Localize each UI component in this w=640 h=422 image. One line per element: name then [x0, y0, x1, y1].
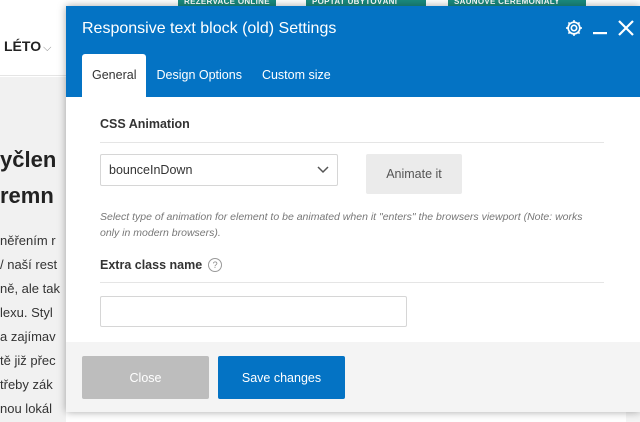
extra-class-label: Extra class name ?: [100, 258, 223, 272]
section-divider: [100, 282, 604, 283]
section-divider: [100, 142, 604, 143]
content-text-line: něřením r: [0, 233, 56, 248]
content-text-line: nou lokál: [0, 401, 53, 416]
close-icon[interactable]: [614, 16, 638, 40]
settings-tabs: General Design Options Custom size: [82, 54, 341, 97]
tab-general[interactable]: General: [82, 54, 147, 97]
gear-icon[interactable]: [562, 16, 586, 40]
modal-header: Responsive text block (old) Settings Gen…: [66, 6, 640, 97]
select-value: bounceInDown: [109, 163, 193, 177]
content-text-line: lexu. Styl: [0, 305, 53, 320]
settings-modal: Responsive text block (old) Settings Gen…: [66, 6, 640, 412]
content-text-line: / naší rest: [0, 257, 58, 272]
tab-custom-size[interactable]: Custom size: [252, 54, 341, 97]
modal-body[interactable]: CSS Animation bounceInDown Animate it Se…: [66, 97, 640, 342]
nav-item-summer[interactable]: LÉTO ⌵: [4, 38, 51, 55]
animate-it-button[interactable]: Animate it: [366, 154, 462, 194]
help-icon[interactable]: ?: [208, 258, 223, 272]
chevron-down-icon: [317, 163, 329, 177]
tab-design-options[interactable]: Design Options: [146, 54, 251, 97]
modal-title: Responsive text block (old) Settings: [82, 20, 337, 37]
content-heading-line: yčlen: [0, 147, 57, 172]
content-text-line: tě již přec: [0, 353, 56, 368]
extra-class-label-text: Extra class name: [100, 258, 203, 272]
header-controls: [562, 16, 640, 40]
css-animation-select[interactable]: bounceInDown: [100, 154, 338, 186]
chevron-down-icon: ⌵: [43, 42, 52, 54]
content-text-line: ně, ale tak: [0, 281, 60, 296]
page-content: yčlen remn něřením r / naší rest ně, ale…: [0, 77, 66, 422]
css-animation-label: CSS Animation: [100, 117, 190, 131]
content-text-line: třeby zák: [0, 377, 53, 392]
minimize-icon[interactable]: [588, 16, 612, 40]
nav-item-label: LÉTO: [4, 38, 42, 54]
content-text-line: a zajímav: [0, 329, 56, 344]
content-heading-line: remn: [0, 183, 54, 208]
animation-help-text: Select type of animation for element to …: [100, 211, 583, 239]
modal-footer: Close Save changes: [66, 342, 640, 412]
extra-class-input[interactable]: [100, 296, 407, 327]
save-changes-button[interactable]: Save changes: [218, 356, 345, 399]
close-button[interactable]: Close: [82, 356, 209, 399]
